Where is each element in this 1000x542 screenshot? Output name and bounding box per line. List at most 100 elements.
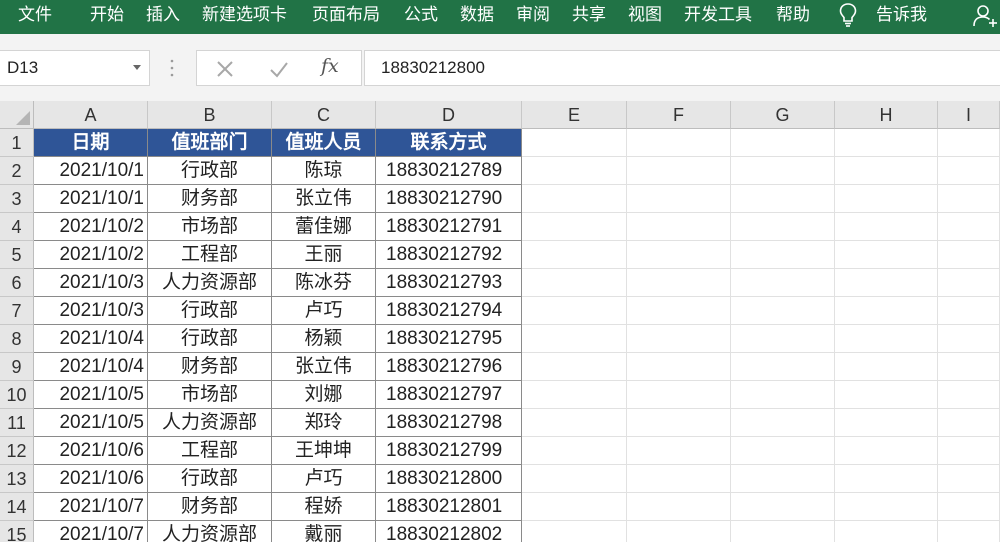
empty-cell[interactable] — [938, 521, 1000, 542]
department-cell[interactable]: 行政部 — [148, 297, 272, 325]
table-header-cell[interactable]: 值班人员 — [272, 129, 376, 157]
empty-cell[interactable] — [938, 409, 1000, 437]
row-header-15[interactable]: 15 — [0, 521, 34, 542]
tab-insert[interactable]: 插入 — [146, 3, 180, 27]
phone-cell[interactable]: 18830212794 — [376, 297, 522, 325]
empty-cell[interactable] — [731, 325, 835, 353]
empty-cell[interactable] — [627, 437, 731, 465]
empty-cell[interactable] — [938, 185, 1000, 213]
tab-new-tab[interactable]: 新建选项卡 — [202, 3, 287, 27]
department-cell[interactable]: 财务部 — [148, 353, 272, 381]
select-all-button[interactable] — [0, 101, 34, 129]
empty-cell[interactable] — [731, 353, 835, 381]
date-cell[interactable]: 2021/10/6 — [34, 465, 148, 493]
date-cell[interactable]: 2021/10/4 — [34, 325, 148, 353]
column-header-i[interactable]: I — [938, 101, 1000, 129]
date-cell[interactable]: 2021/10/5 — [34, 409, 148, 437]
date-cell[interactable]: 2021/10/7 — [34, 493, 148, 521]
column-header-g[interactable]: G — [731, 101, 835, 129]
person-cell[interactable]: 刘娜 — [272, 381, 376, 409]
department-cell[interactable]: 市场部 — [148, 381, 272, 409]
tab-help[interactable]: 帮助 — [776, 3, 810, 27]
table-header-cell[interactable]: 联系方式 — [376, 129, 522, 157]
empty-cell[interactable] — [627, 325, 731, 353]
empty-cell[interactable] — [938, 297, 1000, 325]
date-cell[interactable]: 2021/10/2 — [34, 213, 148, 241]
department-cell[interactable]: 工程部 — [148, 437, 272, 465]
empty-cell[interactable] — [731, 521, 835, 542]
empty-cell[interactable] — [731, 493, 835, 521]
tab-page-layout[interactable]: 页面布局 — [312, 3, 380, 27]
empty-cell[interactable] — [627, 493, 731, 521]
empty-cell[interactable] — [835, 213, 938, 241]
empty-cell[interactable] — [835, 493, 938, 521]
tab-review[interactable]: 审阅 — [516, 3, 550, 27]
empty-cell[interactable] — [938, 381, 1000, 409]
column-header-f[interactable]: F — [627, 101, 731, 129]
phone-cell[interactable]: 18830212798 — [376, 409, 522, 437]
tab-file[interactable]: 文件 — [18, 3, 52, 27]
phone-cell[interactable]: 18830212791 — [376, 213, 522, 241]
empty-cell[interactable] — [522, 521, 627, 542]
empty-cell[interactable] — [938, 129, 1000, 157]
tab-home[interactable]: 开始 — [90, 3, 124, 27]
empty-cell[interactable] — [627, 409, 731, 437]
empty-cell[interactable] — [835, 297, 938, 325]
empty-cell[interactable] — [627, 213, 731, 241]
empty-cell[interactable] — [938, 269, 1000, 297]
empty-cell[interactable] — [835, 465, 938, 493]
empty-cell[interactable] — [938, 465, 1000, 493]
row-header-1[interactable]: 1 — [0, 129, 34, 157]
person-cell[interactable]: 王丽 — [272, 241, 376, 269]
empty-cell[interactable] — [835, 353, 938, 381]
empty-cell[interactable] — [522, 381, 627, 409]
row-header-3[interactable]: 3 — [0, 185, 34, 213]
department-cell[interactable]: 工程部 — [148, 241, 272, 269]
insert-function-icon[interactable]: fx — [321, 55, 339, 77]
empty-cell[interactable] — [938, 353, 1000, 381]
person-cell[interactable]: 卢巧 — [272, 297, 376, 325]
empty-cell[interactable] — [731, 465, 835, 493]
confirm-check-icon[interactable] — [267, 57, 291, 81]
empty-cell[interactable] — [627, 269, 731, 297]
empty-cell[interactable] — [835, 437, 938, 465]
date-cell[interactable]: 2021/10/4 — [34, 353, 148, 381]
empty-cell[interactable] — [731, 157, 835, 185]
worksheet-grid[interactable]: ABCDEFGHI 1 2 3 4 5 6 7 8 9 10 11 12 13 14 15 日期 值班部门 值班… — [0, 101, 1000, 542]
tab-share[interactable]: 共享 — [572, 3, 606, 27]
empty-cell[interactable] — [627, 353, 731, 381]
empty-cell[interactable] — [731, 213, 835, 241]
table-header-cell[interactable]: 日期 — [34, 129, 148, 157]
empty-cell[interactable] — [835, 409, 938, 437]
empty-cell[interactable] — [938, 437, 1000, 465]
empty-cell[interactable] — [522, 185, 627, 213]
phone-cell[interactable]: 18830212797 — [376, 381, 522, 409]
empty-cell[interactable] — [627, 521, 731, 542]
empty-cell[interactable] — [731, 437, 835, 465]
empty-cell[interactable] — [731, 241, 835, 269]
row-header-12[interactable]: 12 — [0, 437, 34, 465]
empty-cell[interactable] — [627, 381, 731, 409]
empty-cell[interactable] — [522, 493, 627, 521]
phone-cell[interactable]: 18830212790 — [376, 185, 522, 213]
empty-cell[interactable] — [835, 241, 938, 269]
phone-cell[interactable]: 18830212800 — [376, 465, 522, 493]
department-cell[interactable]: 行政部 — [148, 325, 272, 353]
row-header-10[interactable]: 10 — [0, 381, 34, 409]
table-header-cell[interactable]: 值班部门 — [148, 129, 272, 157]
empty-cell[interactable] — [522, 409, 627, 437]
phone-cell[interactable]: 18830212802 — [376, 521, 522, 542]
empty-cell[interactable] — [522, 213, 627, 241]
formula-input[interactable]: 18830212800 — [364, 50, 1000, 86]
empty-cell[interactable] — [522, 465, 627, 493]
empty-cell[interactable] — [731, 381, 835, 409]
empty-cell[interactable] — [522, 437, 627, 465]
phone-cell[interactable]: 18830212796 — [376, 353, 522, 381]
date-cell[interactable]: 2021/10/1 — [34, 185, 148, 213]
row-header-5[interactable]: 5 — [0, 241, 34, 269]
phone-cell[interactable]: 18830212789 — [376, 157, 522, 185]
phone-cell[interactable]: 18830212793 — [376, 269, 522, 297]
phone-cell[interactable]: 18830212799 — [376, 437, 522, 465]
empty-cell[interactable] — [627, 465, 731, 493]
name-box[interactable]: D13 — [0, 50, 150, 86]
